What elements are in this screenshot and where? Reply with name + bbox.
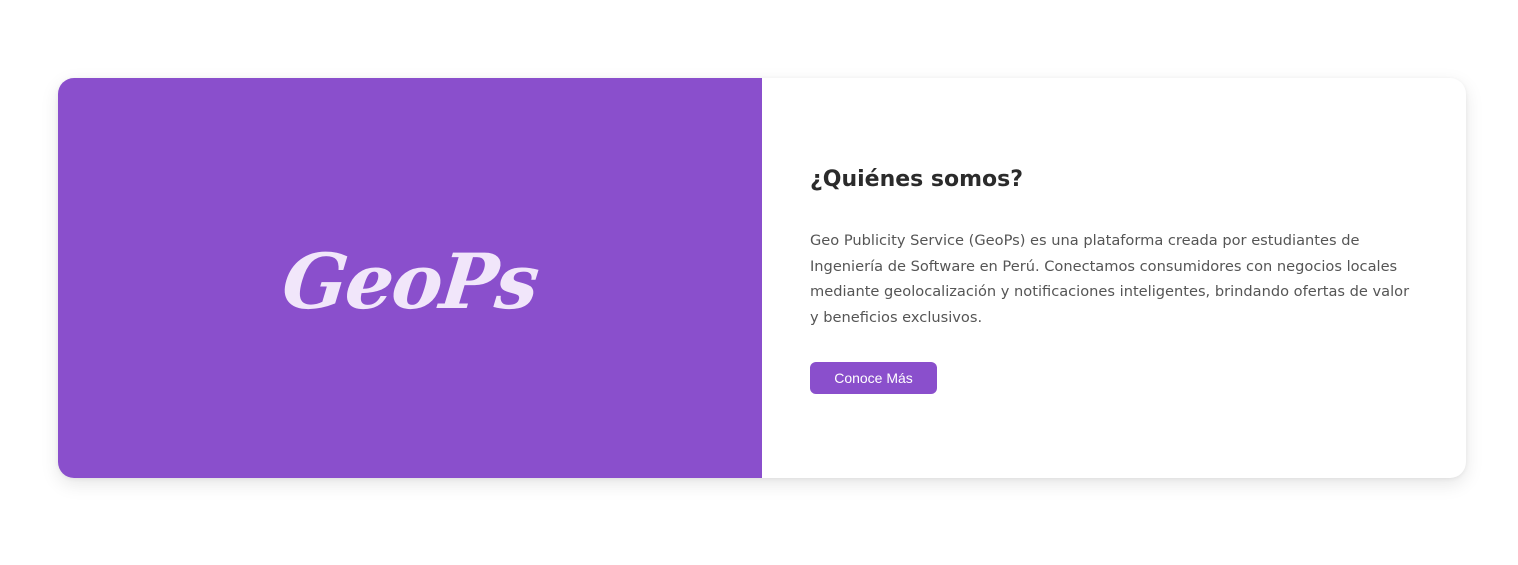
about-description: Geo Publicity Service (GeoPs) es una pla… [810,232,1410,326]
brand-panel: GeoPs [58,78,762,478]
learn-more-button[interactable]: Conoce Más [810,362,937,395]
about-card: GeoPs ¿Quiénes somos? Geo Publicity Serv… [58,78,1466,478]
about-content: ¿Quiénes somos? Geo Publicity Service (G… [762,78,1466,478]
section-title: ¿Quiénes somos? [810,167,1024,192]
geops-logo: GeoPs [278,236,542,326]
